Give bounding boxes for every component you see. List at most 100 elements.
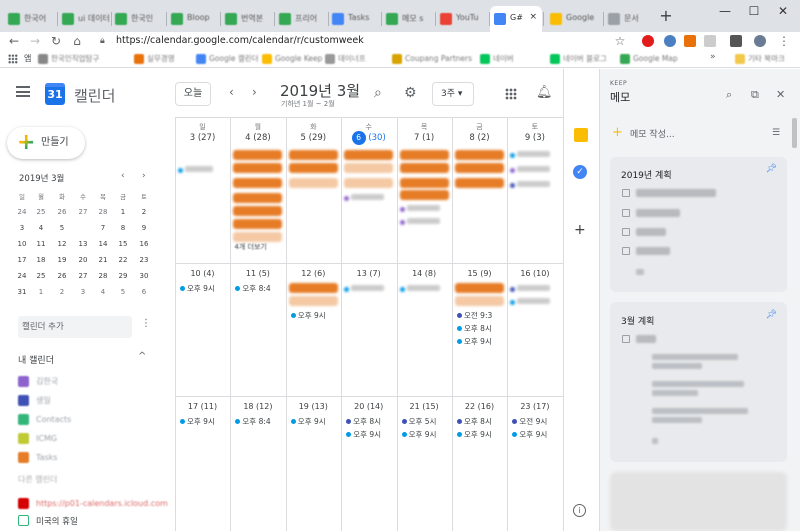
open-new-window-icon[interactable]: ⧉	[751, 88, 759, 102]
day-number[interactable]: 23 (17)	[507, 402, 562, 411]
event-chip[interactable]	[344, 150, 394, 160]
mini-day[interactable]: 31	[13, 285, 31, 299]
mini-day[interactable]: 28	[94, 269, 112, 283]
keep-icon[interactable]	[574, 128, 588, 142]
other-calendars-heading[interactable]: 다른 캘린더	[18, 474, 57, 485]
bookmark-item[interactable]: 실무경영	[134, 53, 175, 65]
mini-next-icon[interactable]: ›	[142, 171, 146, 181]
event-item[interactable]: 오후 8시	[456, 416, 492, 427]
today-button[interactable]: 오늘	[175, 82, 211, 106]
back-icon[interactable]: ←	[6, 34, 22, 48]
day-number[interactable]: 13 (7)	[341, 269, 396, 278]
day-number[interactable]: 19 (13)	[286, 402, 341, 411]
browser-tab[interactable]: G# ×	[490, 6, 542, 32]
event-item[interactable]	[343, 284, 388, 293]
extension-icon[interactable]	[730, 35, 742, 47]
day-number-today[interactable]: 6 (30)	[341, 131, 396, 145]
day-number[interactable]: 21 (15)	[397, 402, 452, 411]
day-number[interactable]: 17 (11)	[175, 402, 230, 411]
checkbox-icon[interactable]	[622, 209, 630, 217]
event-item[interactable]: 오후 9시	[290, 310, 326, 321]
bookmark-item[interactable]: 네이버	[480, 53, 514, 65]
event-item[interactable]: 오후 8:4	[234, 283, 271, 294]
new-tab-button[interactable]: +	[657, 6, 675, 26]
event-item[interactable]	[509, 284, 554, 293]
main-menu-icon[interactable]	[16, 86, 30, 97]
browser-tab[interactable]: 메모 s	[382, 6, 434, 32]
mini-day[interactable]: 26	[53, 205, 71, 219]
checkbox-icon[interactable]	[622, 335, 630, 343]
extension-icon[interactable]	[664, 35, 676, 47]
search-icon[interactable]: ⌕	[726, 88, 732, 102]
pin-icon[interactable]: 📌︎	[766, 310, 777, 320]
event-item[interactable]	[509, 297, 554, 306]
browser-tab[interactable]: Google	[546, 6, 602, 32]
note-card[interactable]	[610, 472, 787, 531]
mini-day[interactable]: 17	[13, 253, 31, 267]
event-chip[interactable]	[455, 283, 504, 293]
mini-day[interactable]: 1	[114, 205, 132, 219]
bookmark-item[interactable]: 데이너프	[325, 53, 366, 65]
google-apps-icon[interactable]	[505, 88, 517, 100]
bookmarks-overflow[interactable]: »	[710, 52, 716, 62]
event-chip[interactable]	[233, 232, 283, 242]
mini-day[interactable]: 4	[32, 221, 50, 235]
event-chip[interactable]	[455, 150, 504, 160]
mini-day[interactable]: 16	[135, 237, 153, 251]
chevron-up-icon[interactable]: ^	[138, 351, 146, 362]
more-options-icon[interactable]: ⋮	[141, 318, 151, 329]
event-item[interactable]: 오후 9시	[345, 429, 381, 440]
browser-tab[interactable]: ui 데이터	[58, 6, 110, 32]
search-icon[interactable]: ⌕	[374, 85, 382, 101]
mini-day[interactable]: 14	[94, 237, 112, 251]
bookmark-item[interactable]: Google 캘린더	[196, 53, 259, 65]
event-item[interactable]	[343, 193, 388, 202]
event-chip[interactable]	[455, 163, 504, 173]
mini-prev-icon[interactable]: ‹	[121, 171, 125, 181]
extension-icon[interactable]	[684, 35, 696, 47]
event-item[interactable]: 오전 9시	[511, 416, 547, 427]
event-item[interactable]: 오후 9시	[290, 416, 326, 427]
mini-day[interactable]: 11	[32, 237, 50, 251]
event-item[interactable]	[509, 180, 554, 189]
calendar-item[interactable]: ICMG	[18, 432, 57, 446]
day-number[interactable]: 14 (8)	[397, 269, 452, 278]
more-events-link[interactable]: 4개 더보기	[234, 242, 266, 252]
day-number[interactable]: 4 (28)	[230, 133, 285, 143]
browser-tab[interactable]: Tasks	[328, 6, 380, 32]
bookmark-star-icon[interactable]: ☆	[612, 34, 628, 48]
checkbox-icon[interactable]	[622, 228, 630, 236]
event-chip[interactable]	[344, 163, 394, 173]
checkbox-icon[interactable]	[18, 515, 29, 526]
day-number[interactable]: 3 (27)	[175, 133, 230, 143]
forward-icon[interactable]: →	[27, 34, 43, 48]
event-item[interactable]	[399, 217, 444, 226]
event-item[interactable]: 오후 8시	[345, 416, 381, 427]
event-chip[interactable]	[288, 178, 338, 188]
event-chip[interactable]	[233, 219, 283, 229]
event-item[interactable]	[399, 204, 444, 213]
take-note-input[interactable]: + 메모 작성...	[612, 125, 675, 140]
event-chip[interactable]	[288, 150, 338, 160]
mini-day[interactable]: 27	[74, 205, 92, 219]
mini-day[interactable]: 5	[114, 285, 132, 299]
day-number[interactable]: 10 (4)	[175, 269, 230, 278]
event-item[interactable]: 오후 9시	[456, 429, 492, 440]
mini-day[interactable]: 2	[53, 285, 71, 299]
mini-day[interactable]: 22	[114, 253, 132, 267]
mini-day[interactable]: 30	[135, 269, 153, 283]
mini-day[interactable]: 25	[32, 269, 50, 283]
extension-icon[interactable]	[704, 35, 716, 47]
event-chip[interactable]	[399, 150, 449, 160]
checkbox-icon[interactable]	[622, 247, 630, 255]
note-card[interactable]: 3월 계획 📌︎	[610, 302, 787, 462]
event-item[interactable]: 오후 9시	[456, 336, 492, 347]
mini-day[interactable]: 9	[135, 221, 153, 235]
mini-day[interactable]: 27	[74, 269, 92, 283]
mini-day[interactable]: 12	[53, 237, 71, 251]
bookmark-item[interactable]: 네이버 블로그	[550, 53, 607, 65]
mini-day[interactable]: 21	[94, 253, 112, 267]
event-chip[interactable]	[399, 190, 449, 200]
mini-day[interactable]: 3	[74, 285, 92, 299]
calendar-item[interactable]: Contacts	[18, 413, 71, 427]
